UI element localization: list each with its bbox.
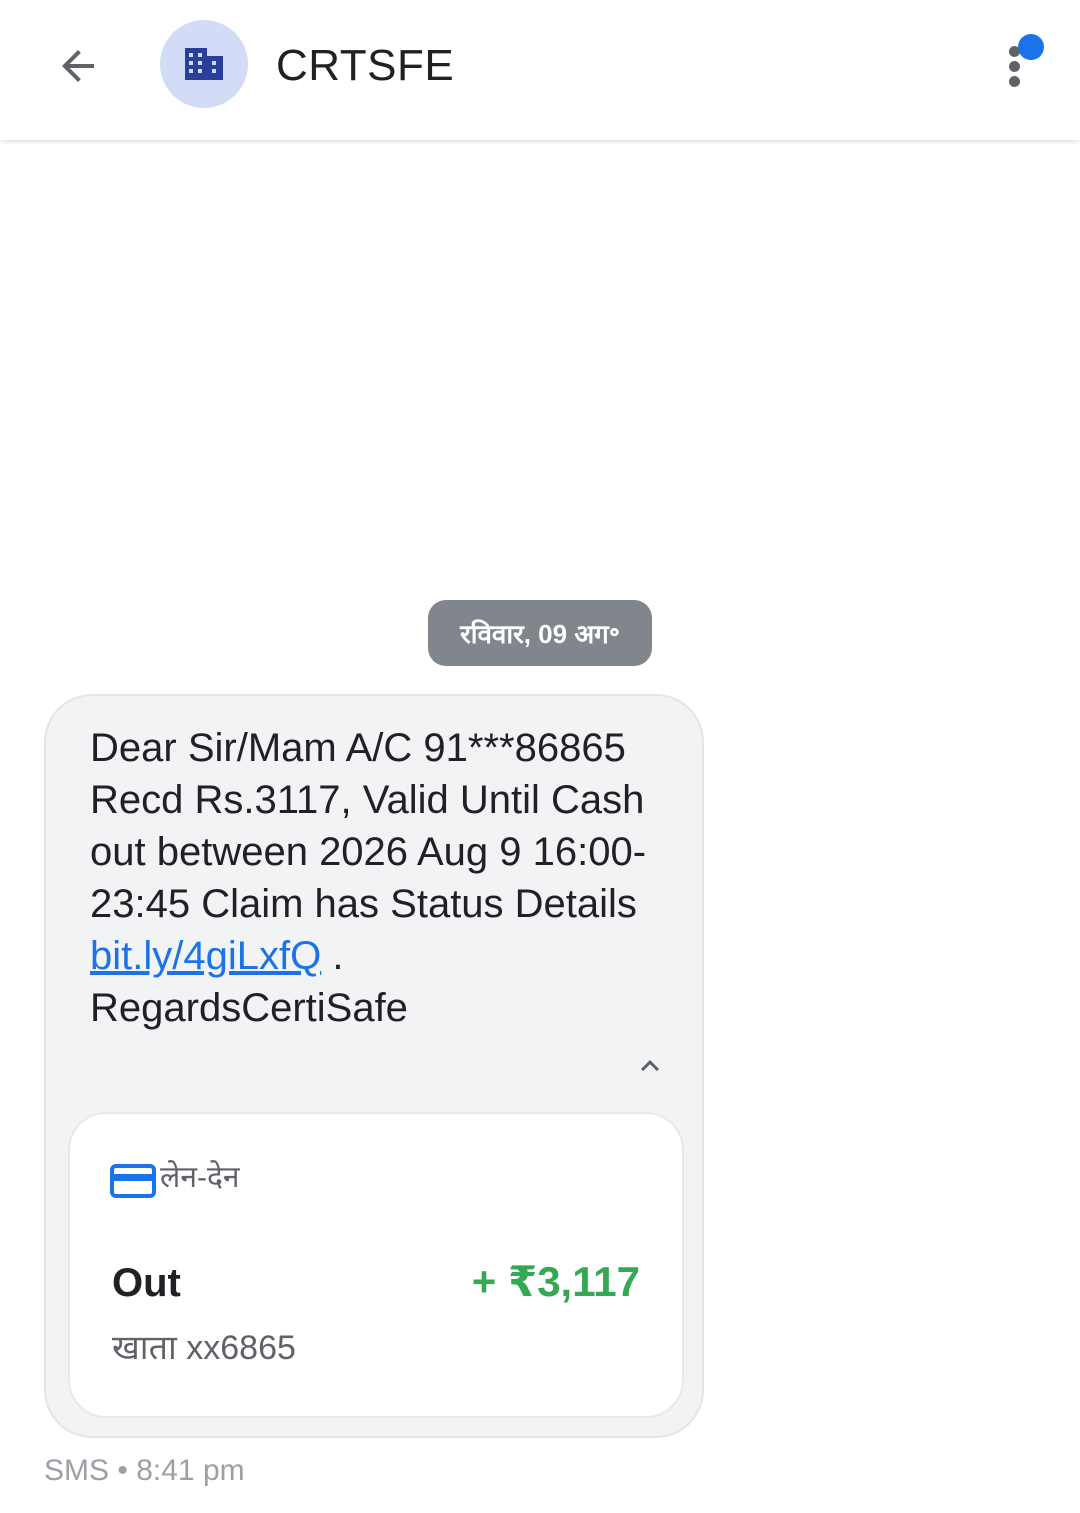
business-building-icon	[185, 48, 223, 80]
top-app-bar: CRTSFE	[0, 0, 1080, 140]
arrow-back-icon	[62, 50, 94, 82]
chevron-up-icon[interactable]	[632, 1048, 668, 1084]
message-time: 8:41 pm	[136, 1454, 245, 1487]
message-bubble[interactable]: Dear Sir/Mam A/C 91***86865 Recd Rs.3117…	[44, 694, 704, 1438]
date-divider-chip: रविवार, 09 अग॰	[428, 600, 652, 666]
message-channel: SMS	[44, 1454, 110, 1487]
avatar[interactable]	[160, 20, 248, 108]
transaction-card[interactable]: लेन-देन Out + ₹3,117 खाता xx6865	[68, 1112, 684, 1418]
transaction-account: खाता xx6865	[112, 1329, 296, 1367]
message-text: Dear Sir/Mam A/C 91***86865 Recd Rs.3117…	[90, 722, 650, 1034]
message-link[interactable]: bit.ly/4giLxfQ	[90, 934, 321, 978]
credit-card-icon	[110, 1164, 156, 1198]
meta-separator: •	[117, 1454, 128, 1487]
message-meta: SMS • 8:41 pm	[44, 1452, 245, 1490]
back-button[interactable]	[42, 30, 114, 102]
transaction-type: Out	[112, 1261, 181, 1305]
transaction-amount: + ₹3,117	[471, 1258, 640, 1305]
notification-dot	[1018, 34, 1044, 60]
transaction-card-label: लेन-देन	[160, 1161, 240, 1194]
contact-name[interactable]: CRTSFE	[276, 38, 454, 94]
more-options-button[interactable]	[990, 28, 1060, 100]
message-body: Dear Sir/Mam A/C 91***86865 Recd Rs.3117…	[90, 726, 647, 926]
